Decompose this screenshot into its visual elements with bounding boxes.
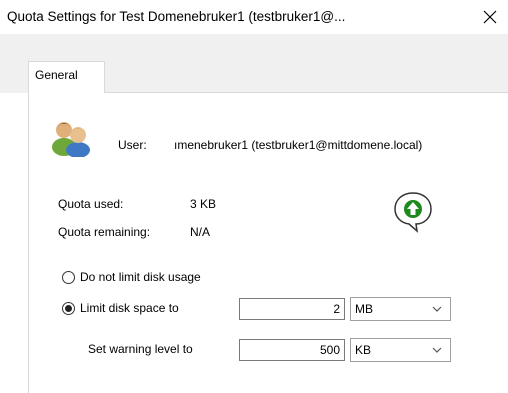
chevron-down-icon [432, 347, 442, 353]
warning-unit-value: KB [355, 343, 372, 357]
chevron-down-icon [432, 306, 442, 312]
no-limit-label[interactable]: Do not limit disk usage [80, 270, 201, 284]
warning-value-input[interactable]: 500 [239, 339, 345, 361]
tab-general-label: General [35, 68, 78, 82]
quota-used-value: 3 KB [190, 197, 217, 211]
limit-radio-dot [65, 305, 72, 312]
limit-radio[interactable] [62, 302, 75, 315]
quota-remaining-value: N/A [190, 225, 211, 239]
warning-label: Set warning level to [88, 342, 193, 356]
title-bar: Quota Settings for Test Domenebruker1 (t… [0, 0, 508, 34]
quota-remaining-label: Quota remaining: [58, 225, 151, 239]
limit-unit-select[interactable]: MB [350, 297, 451, 321]
user-label: User: [118, 138, 147, 152]
quota-status-icon [394, 192, 432, 233]
user-value: ımenebruker1 (testbruker1@mittdomene.loc… [174, 138, 423, 152]
limit-label[interactable]: Limit disk space to [80, 301, 179, 315]
window-title: Quota Settings for Test Domenebruker1 (t… [7, 9, 346, 24]
users-icon [52, 122, 90, 157]
close-button[interactable] [478, 6, 502, 28]
limit-value-input[interactable]: 2 [239, 298, 345, 320]
no-limit-radio[interactable] [62, 271, 75, 284]
limit-unit-value: MB [355, 302, 373, 316]
quota-used-label: Quota used: [58, 197, 124, 211]
tab-general[interactable]: General [28, 61, 105, 93]
close-icon [483, 10, 497, 24]
warning-unit-select[interactable]: KB [350, 338, 451, 362]
